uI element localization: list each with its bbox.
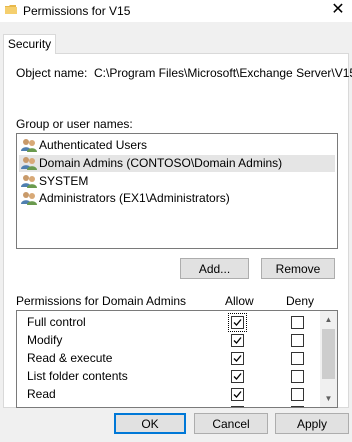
permissions-list[interactable]: Full control Modify Read & execute List … bbox=[16, 310, 338, 408]
allow-checkbox[interactable] bbox=[231, 370, 244, 383]
permission-name: Modify bbox=[27, 333, 63, 347]
group-user-list[interactable]: Authenticated Users Domain Admins (CONTO… bbox=[16, 133, 338, 249]
permissions-label: Permissions for Domain Admins bbox=[16, 294, 187, 308]
close-button[interactable]: ✕ bbox=[324, 0, 352, 20]
object-name-label: Object name: bbox=[16, 66, 88, 80]
permission-row: Read & execute bbox=[17, 349, 317, 367]
list-item[interactable]: Domain Admins (CONTOSO\Domain Admins) bbox=[19, 155, 335, 172]
permission-name: Read & execute bbox=[27, 351, 113, 365]
permission-row-partial bbox=[17, 403, 317, 407]
remove-button[interactable]: Remove bbox=[261, 258, 335, 279]
permission-row: Modify bbox=[17, 331, 317, 349]
deny-checkbox[interactable] bbox=[291, 316, 304, 329]
users-icon bbox=[21, 138, 38, 152]
list-item[interactable]: SYSTEM bbox=[19, 173, 335, 190]
deny-checkbox[interactable] bbox=[291, 334, 304, 347]
tab-security[interactable]: Security bbox=[3, 34, 56, 54]
ok-button[interactable]: OK bbox=[114, 413, 186, 434]
permissions-dialog: Permissions for V15 ✕ Security Object na… bbox=[0, 0, 352, 442]
permission-name: Full control bbox=[27, 315, 86, 329]
scroll-down-icon[interactable]: ▼ bbox=[320, 390, 337, 407]
object-name-value: C:\Program Files\Microsoft\Exchange Serv… bbox=[94, 66, 352, 80]
cancel-button[interactable]: Cancel bbox=[194, 413, 268, 434]
dialog-body: Security Object name: C:\Program Files\M… bbox=[0, 22, 352, 442]
users-icon bbox=[21, 156, 38, 170]
allow-checkbox[interactable] bbox=[231, 406, 244, 407]
permissions-scrollbar[interactable]: ▲ ▼ bbox=[320, 311, 337, 407]
deny-checkbox[interactable] bbox=[291, 388, 304, 401]
folder-icon bbox=[5, 4, 17, 15]
permission-name: List folder contents bbox=[27, 369, 128, 383]
apply-button[interactable]: Apply bbox=[275, 413, 349, 434]
allow-checkbox[interactable] bbox=[228, 313, 247, 332]
title-bar: Permissions for V15 ✕ bbox=[0, 0, 352, 22]
add-button[interactable]: Add... bbox=[180, 258, 249, 279]
users-icon bbox=[21, 174, 38, 188]
allow-checkbox[interactable] bbox=[231, 352, 244, 365]
deny-checkbox[interactable] bbox=[291, 406, 304, 407]
list-item[interactable]: Authenticated Users bbox=[19, 137, 335, 154]
group-names-label: Group or user names: bbox=[16, 117, 133, 131]
scroll-up-icon[interactable]: ▲ bbox=[320, 311, 337, 328]
deny-checkbox[interactable] bbox=[291, 370, 304, 383]
permission-name: Read bbox=[27, 387, 56, 401]
allow-checkbox[interactable] bbox=[231, 388, 244, 401]
deny-checkbox[interactable] bbox=[291, 352, 304, 365]
window-title: Permissions for V15 bbox=[23, 4, 131, 18]
permission-row: Read bbox=[17, 385, 317, 403]
security-tab-panel: Object name: C:\Program Files\Microsoft\… bbox=[3, 53, 352, 408]
allow-checkbox[interactable] bbox=[231, 334, 244, 347]
users-icon bbox=[21, 191, 38, 205]
deny-header: Deny bbox=[286, 294, 315, 308]
permission-row: Full control bbox=[17, 313, 317, 332]
allow-header: Allow bbox=[225, 294, 254, 308]
list-item[interactable]: Administrators (EX1\Administrators) bbox=[19, 190, 335, 207]
permission-row: List folder contents bbox=[17, 367, 317, 385]
scroll-thumb[interactable] bbox=[322, 329, 335, 379]
